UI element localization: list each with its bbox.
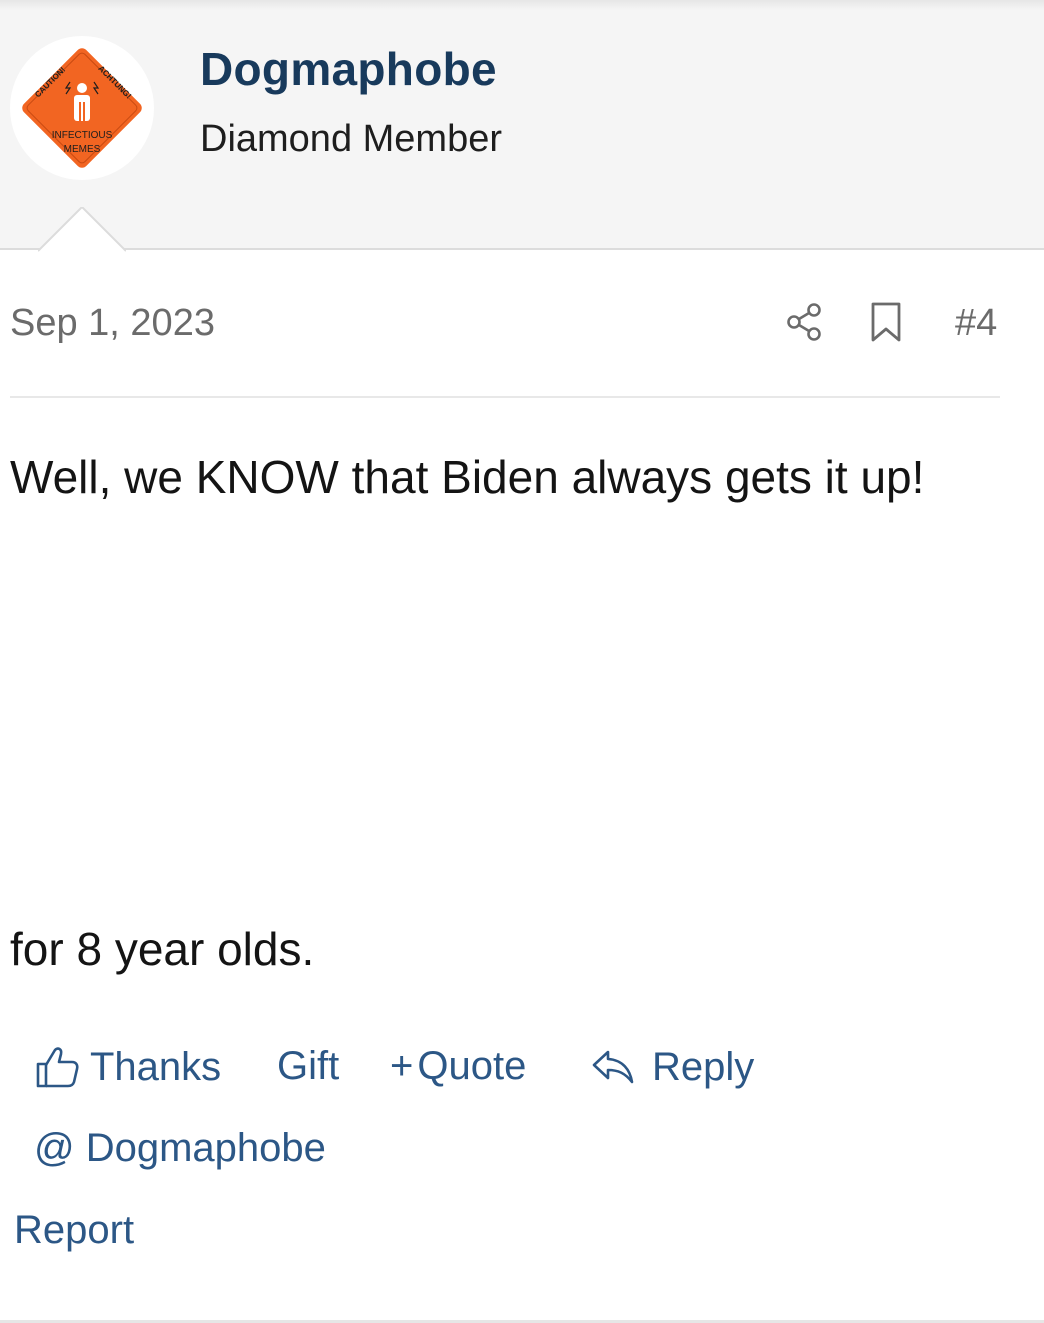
username[interactable]: Dogmaphobe — [200, 42, 497, 96]
thanks-button[interactable]: Thanks — [34, 1044, 221, 1090]
report-button[interactable]: Report — [14, 1208, 134, 1253]
quote-label: Quote — [417, 1044, 527, 1088]
post-header-divider — [10, 396, 1000, 398]
post-number-link[interactable]: #4 — [955, 302, 997, 345]
bookmark-icon[interactable] — [866, 300, 906, 344]
user-title: Diamond Member — [200, 118, 502, 160]
avatar-caution-sign-image: CAUTION! ACHTUNG! INFECTIOUS MEMES — [22, 48, 142, 168]
share-icon[interactable] — [782, 300, 826, 344]
avatar[interactable]: CAUTION! ACHTUNG! INFECTIOUS MEMES — [10, 36, 154, 180]
svg-text:MEMES: MEMES — [64, 144, 101, 155]
post-body-line: for 8 year olds. — [10, 923, 315, 975]
reply-arrow-icon — [592, 1050, 634, 1084]
plus-icon: + — [390, 1044, 414, 1088]
thanks-label: Thanks — [90, 1044, 222, 1089]
reply-label: Reply — [652, 1044, 755, 1089]
post-body-line: Well, we KNOW that Biden always gets it … — [10, 451, 925, 503]
thumbs-up-icon — [36, 1047, 79, 1088]
quote-button[interactable]: + Quote — [390, 1044, 526, 1089]
reply-button[interactable]: Reply — [590, 1044, 754, 1090]
svg-text:INFECTIOUS: INFECTIOUS — [52, 130, 113, 141]
mention-button[interactable]: @ Dogmaphobe — [34, 1126, 326, 1171]
user-header: CAUTION! ACHTUNG! INFECTIOUS MEMES Dogma… — [0, 0, 1044, 250]
header-pointer-arrow — [38, 207, 126, 252]
post-date[interactable]: Sep 1, 2023 — [10, 302, 215, 345]
gift-label: Gift — [277, 1044, 340, 1088]
top-shadow — [0, 0, 1044, 10]
gift-button[interactable]: Gift — [277, 1044, 339, 1089]
